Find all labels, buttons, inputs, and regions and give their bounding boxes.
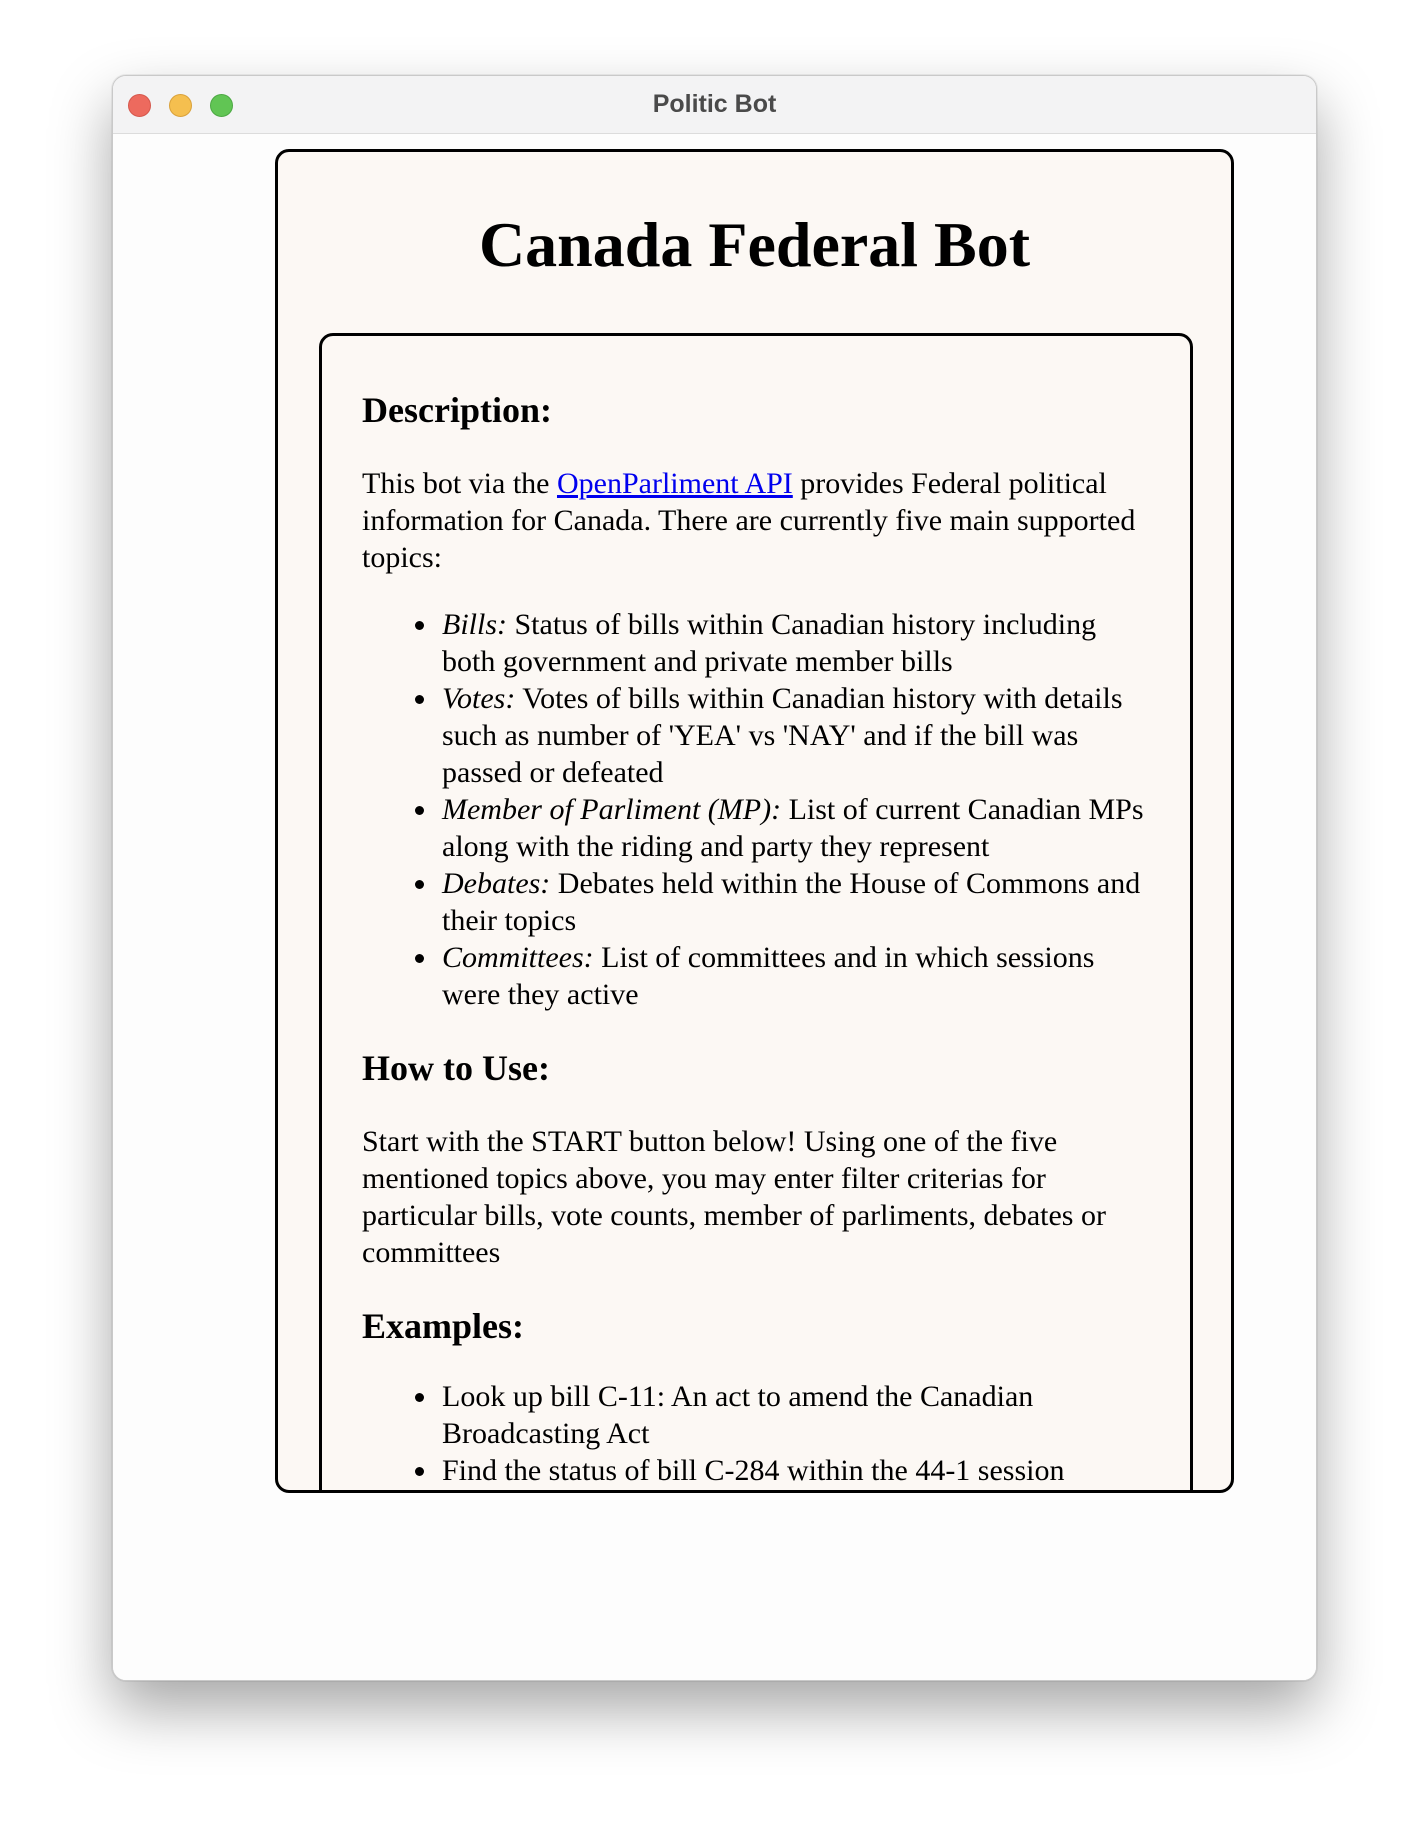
- description-intro-prefix: This bot via the: [362, 467, 557, 500]
- app-window: Politic Bot Canada Federal Bot Descripti…: [112, 75, 1317, 1681]
- title-bar[interactable]: Politic Bot: [113, 76, 1316, 134]
- page-title: Canada Federal Bot: [478, 209, 1031, 280]
- topic-debates: Debates: Debates held within the House o…: [415, 865, 1150, 939]
- topic-committees: Committees: List of committees and in wh…: [415, 939, 1150, 1013]
- topic-mps: Member of Parliment (MP): List of curren…: [415, 791, 1150, 865]
- how-to-use-text: Start with the START button below! Using…: [362, 1125, 1106, 1269]
- topic-text: Votes of bills within Canadian history w…: [442, 682, 1123, 789]
- topic-name: Bills:: [442, 608, 507, 641]
- info-panel: Description: This bot via the OpenParlim…: [319, 333, 1193, 1490]
- openparliament-api-link[interactable]: OpenParliment API: [557, 467, 793, 500]
- web-content[interactable]: Canada Federal Bot Description: This bot…: [113, 134, 1316, 1680]
- bot-card: Canada Federal Bot Description: This bot…: [275, 149, 1234, 1493]
- description-text: This bot via the OpenParliment API provi…: [362, 465, 1150, 576]
- topic-name: Committees:: [442, 941, 594, 974]
- topic-name: Debates:: [442, 867, 551, 900]
- topics-list: Bills: Status of bills within Canadian h…: [362, 606, 1150, 1013]
- topic-votes: Votes: Votes of bills within Canadian hi…: [415, 680, 1150, 791]
- examples-heading: Examples:: [362, 1306, 524, 1346]
- how-to-use-heading: How to Use:: [362, 1048, 550, 1088]
- example-item: Look up bill C-11: An act to amend the C…: [415, 1378, 1150, 1452]
- topic-name: Member of Parliment (MP):: [442, 793, 782, 826]
- example-item: Find the status of bill C-284 within the…: [415, 1452, 1150, 1489]
- window-title: Politic Bot: [652, 90, 777, 118]
- topic-bills: Bills: Status of bills within Canadian h…: [415, 606, 1150, 680]
- topic-text: Status of bills within Canadian history …: [442, 608, 1097, 678]
- topic-name: Votes:: [442, 682, 516, 715]
- description-heading: Description:: [362, 390, 552, 430]
- examples-list: Look up bill C-11: An act to amend the C…: [362, 1378, 1150, 1489]
